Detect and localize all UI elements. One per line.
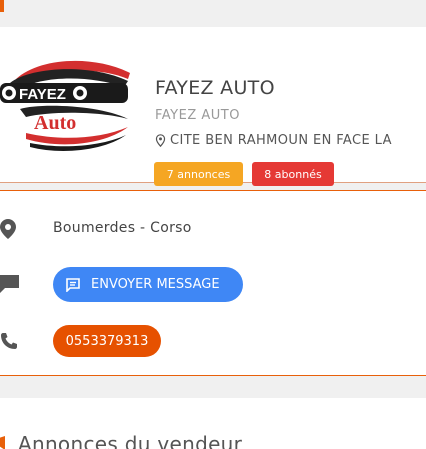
abonnes-badge[interactable]: 8 abonnés — [252, 162, 334, 186]
message-icon — [66, 277, 80, 292]
shop-address: CITE BEN RAHMOUN EN FACE LA — [155, 133, 392, 148]
seller-section: Annonces du vendeur — [0, 398, 426, 449]
logo-top-text: FAYEZ — [19, 86, 66, 103]
shop-subtitle: FAYEZ AUTO — [155, 108, 240, 123]
location-icon — [0, 219, 16, 239]
profile-card: FAYEZ Auto FAYEZ AUTO FAYEZ AUTO CITE BE… — [0, 27, 426, 186]
shop-logo: FAYEZ Auto — [0, 60, 130, 151]
top-strip — [0, 0, 426, 27]
megaphone-icon — [0, 436, 5, 449]
location-pin-icon — [155, 134, 166, 147]
send-message-label: ENVOYER MESSAGE — [91, 277, 220, 292]
accent-edge — [0, 0, 4, 12]
contact-card: Boumerdes - Corso ENVOYER MESSAGE 055337… — [0, 190, 426, 376]
chat-icon — [0, 275, 19, 293]
location-text: Boumerdes - Corso — [53, 220, 192, 236]
seller-section-title: Annonces du vendeur — [18, 432, 243, 449]
shop-address-text: CITE BEN RAHMOUN EN FACE LA — [170, 133, 392, 148]
phone-button[interactable]: 0553379313 — [53, 325, 161, 357]
logo-bottom-text: Auto — [34, 112, 76, 134]
annonces-badge[interactable]: 7 annonces — [154, 162, 243, 186]
send-message-button[interactable]: ENVOYER MESSAGE — [53, 267, 243, 302]
shop-name: FAYEZ AUTO — [155, 77, 275, 99]
phone-icon — [1, 333, 17, 349]
